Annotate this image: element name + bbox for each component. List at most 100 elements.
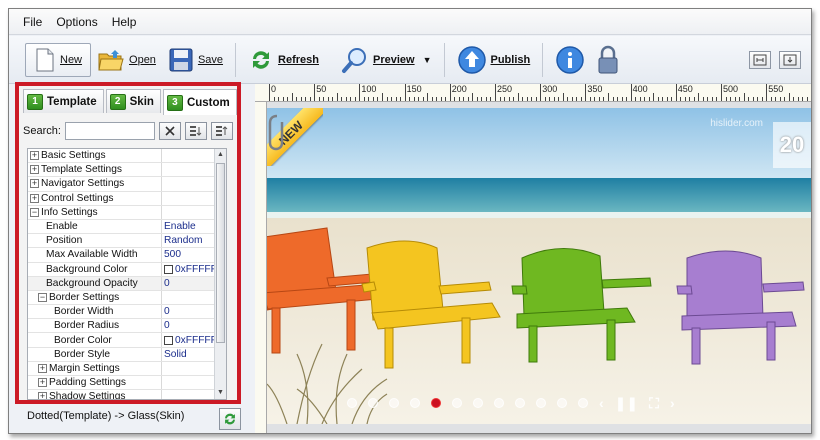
- slide-dot[interactable]: [557, 398, 567, 408]
- slide-dot[interactable]: [536, 398, 546, 408]
- search-input[interactable]: [64, 122, 155, 140]
- setting-row[interactable]: Max Available Width 500: [28, 248, 226, 263]
- slide-dot[interactable]: [389, 398, 399, 408]
- slide-dot[interactable]: [410, 398, 420, 408]
- setting-name: Background Opacity: [28, 276, 162, 290]
- ruler-tick: [327, 97, 329, 101]
- prev-slide-icon[interactable]: ‹: [599, 395, 604, 411]
- preview-dropdown-icon[interactable]: ▼: [423, 55, 432, 65]
- sort-up-button[interactable]: [210, 122, 233, 140]
- setting-row[interactable]: Border Style Solid: [28, 347, 226, 362]
- slide-dot[interactable]: [578, 398, 588, 408]
- new-button[interactable]: New: [25, 42, 92, 77]
- tab-custom[interactable]: 3 Custom: [162, 89, 237, 115]
- ruler-tick: [436, 97, 438, 101]
- setting-name: − Info Settings: [28, 205, 162, 219]
- refresh-button[interactable]: Refresh: [242, 42, 325, 78]
- color-swatch[interactable]: [164, 335, 173, 345]
- expand-icon[interactable]: +: [30, 151, 39, 161]
- setting-row[interactable]: + Control Settings: [28, 191, 226, 206]
- setting-row[interactable]: Enable Enable: [28, 219, 226, 235]
- magnifier-icon: [341, 47, 366, 73]
- collapse-icon[interactable]: −: [38, 292, 47, 302]
- slide-image[interactable]: NEW hislider.com 20 ‹ ❚❚ ⛶ ›: [267, 108, 811, 424]
- scroll-up-icon[interactable]: ▲: [215, 149, 226, 161]
- ruler-tick: [598, 97, 600, 101]
- ruler-tick: [350, 97, 352, 101]
- expand-icon[interactable]: +: [38, 363, 47, 373]
- ruler-tick: [788, 93, 790, 101]
- slide-dot[interactable]: [515, 398, 525, 408]
- setting-row[interactable]: − Border Settings: [28, 290, 226, 306]
- setting-row[interactable]: Position Random: [28, 234, 226, 249]
- save-button[interactable]: Save: [162, 42, 229, 78]
- setting-row[interactable]: Border Radius 0: [28, 319, 226, 334]
- setting-row[interactable]: − Info Settings: [28, 205, 226, 220]
- scroll-down-icon[interactable]: ▼: [215, 387, 226, 399]
- setting-row[interactable]: Background Opacity 0: [28, 276, 226, 291]
- tab-number: 2: [109, 93, 126, 110]
- setting-row[interactable]: + Shadow Settings: [28, 390, 226, 399]
- ruler-tick: [300, 97, 302, 101]
- open-button[interactable]: Open: [91, 42, 162, 78]
- setting-row[interactable]: + Margin Settings: [28, 361, 226, 376]
- setting-row[interactable]: + Navigator Settings: [28, 177, 226, 192]
- expand-icon[interactable]: +: [38, 392, 47, 399]
- tab-template[interactable]: 1 Template: [23, 89, 104, 113]
- download-button[interactable]: [779, 50, 801, 69]
- slide-dot[interactable]: [431, 398, 441, 408]
- slide-dot[interactable]: [494, 398, 504, 408]
- color-swatch[interactable]: [164, 264, 173, 274]
- ruler-tick: [725, 97, 727, 101]
- setting-name: + Navigator Settings: [28, 177, 162, 191]
- lock-button[interactable]: [591, 42, 625, 78]
- ruler-tick: [463, 97, 465, 101]
- clear-search-button[interactable]: [158, 122, 181, 140]
- menu-help[interactable]: Help: [112, 15, 137, 29]
- slide-dot[interactable]: [368, 398, 378, 408]
- tab-skin[interactable]: 2 Skin: [105, 89, 161, 113]
- ruler-tick: [332, 97, 334, 101]
- expand-icon[interactable]: +: [38, 378, 47, 388]
- menu-options[interactable]: Options: [56, 15, 97, 29]
- slide-dot[interactable]: [452, 398, 462, 408]
- fit-width-button[interactable]: [749, 50, 771, 69]
- expand-icon[interactable]: +: [30, 179, 39, 189]
- sort-down-button[interactable]: [184, 122, 207, 140]
- ruler-tick: [386, 97, 388, 101]
- ruler-tick: [806, 97, 808, 101]
- expand-icon[interactable]: +: [30, 165, 39, 175]
- ruler-tick: [318, 97, 320, 101]
- property-grid-scrollbar[interactable]: ▲ ▼: [214, 149, 226, 399]
- fullscreen-icon[interactable]: ⛶: [649, 395, 659, 412]
- setting-row[interactable]: Border Width 0: [28, 305, 226, 320]
- info-icon: [556, 45, 584, 74]
- setting-row[interactable]: Background Color 0xFFFFFF: [28, 262, 226, 277]
- ruler-tick: [675, 84, 677, 101]
- ruler-tick: [282, 97, 284, 101]
- ruler-tick: [748, 97, 750, 101]
- setting-name: Border Style: [28, 347, 162, 361]
- info-button[interactable]: [549, 42, 591, 78]
- setting-name: Border Color: [28, 333, 162, 347]
- setting-row[interactable]: + Template Settings: [28, 163, 226, 178]
- preview-button[interactable]: Preview ▼: [335, 42, 438, 78]
- ruler-tick: [608, 93, 609, 101]
- collapse-icon[interactable]: −: [30, 207, 39, 217]
- setting-row[interactable]: + Padding Settings: [28, 376, 226, 391]
- apply-refresh-button[interactable]: [219, 408, 241, 430]
- setting-row[interactable]: Border Color 0xFFFFFF: [28, 333, 226, 348]
- setting-name-text: Background Opacity: [46, 277, 138, 289]
- ruler-label: 400: [632, 84, 648, 94]
- publish-button[interactable]: Publish: [451, 42, 537, 78]
- pause-icon[interactable]: ❚❚: [615, 395, 638, 412]
- scrollbar-thumb[interactable]: [216, 163, 225, 343]
- next-slide-icon[interactable]: ›: [670, 395, 675, 411]
- menu-file[interactable]: File: [23, 15, 42, 29]
- setting-row[interactable]: + Basic Settings: [28, 149, 226, 164]
- slide-dot[interactable]: [473, 398, 483, 408]
- expand-icon[interactable]: +: [30, 193, 39, 203]
- ruler-tick: [291, 93, 293, 101]
- ruler-tick: [481, 97, 483, 101]
- slide-dot[interactable]: [347, 398, 357, 408]
